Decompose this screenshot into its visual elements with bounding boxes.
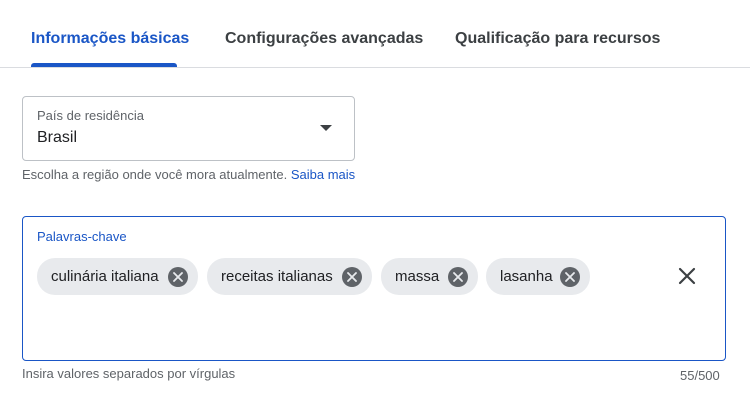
cancel-circle-icon[interactable] xyxy=(560,267,580,287)
tab-bar: Informações básicas Configurações avança… xyxy=(0,0,750,68)
active-tab-indicator xyxy=(31,63,177,67)
country-select[interactable]: País de residência Brasil xyxy=(22,96,355,161)
country-help-message: Escolha a região onde você mora atualmen… xyxy=(22,167,288,182)
keywords-label: Palavras-chave xyxy=(37,229,127,244)
tab-configuracoes-avancadas[interactable]: Configurações avançadas xyxy=(225,30,423,48)
keywords-help-text: Insira valores separados por vírgulas xyxy=(22,366,236,381)
cancel-circle-icon[interactable] xyxy=(448,267,468,287)
keywords-field[interactable]: Palavras-chave culinária italiana receit… xyxy=(22,216,726,361)
keyword-chip: receitas italianas xyxy=(207,258,372,295)
keyword-chip-label: lasanha xyxy=(500,268,553,285)
keyword-chip-label: receitas italianas xyxy=(221,268,333,285)
tab-informacoes-basicas[interactable]: Informações básicas xyxy=(31,30,189,48)
country-select-label: País de residência xyxy=(37,108,144,123)
keyword-chip-label: culinária italiana xyxy=(51,268,159,285)
close-icon[interactable] xyxy=(675,264,699,288)
character-counter: 55/500 xyxy=(680,368,720,383)
cancel-circle-icon[interactable] xyxy=(168,267,188,287)
keyword-chip: lasanha xyxy=(486,258,590,295)
arrow-drop-down-icon xyxy=(320,125,332,131)
keyword-chip-label: massa xyxy=(395,268,440,285)
learn-more-link[interactable]: Saiba mais xyxy=(291,167,355,182)
keyword-chip: massa xyxy=(381,258,478,295)
tab-qualificacao-recursos[interactable]: Qualificação para recursos xyxy=(455,30,660,48)
keyword-chip: culinária italiana xyxy=(37,258,198,295)
cancel-circle-icon[interactable] xyxy=(342,267,362,287)
country-select-value: Brasil xyxy=(37,129,78,146)
country-help-text: Escolha a região onde você mora atualmen… xyxy=(22,167,355,182)
